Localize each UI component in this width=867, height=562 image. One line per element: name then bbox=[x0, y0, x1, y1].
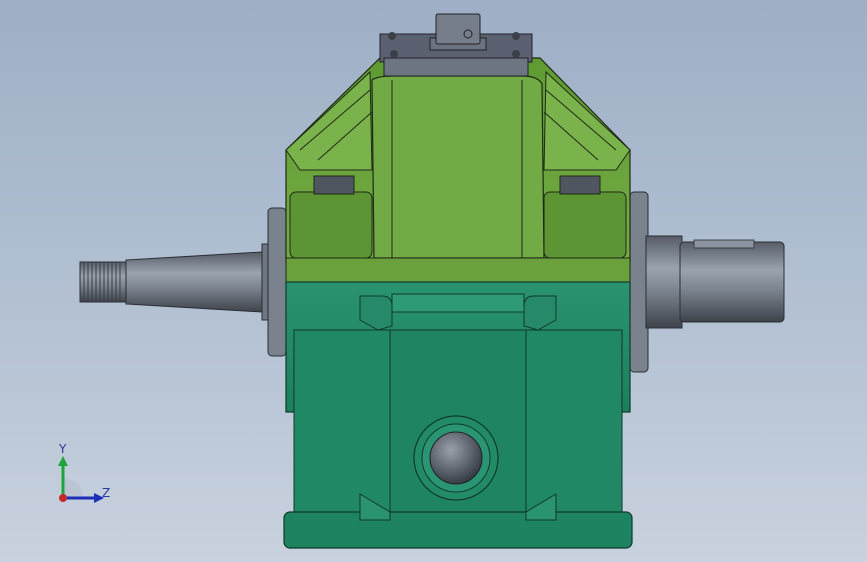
top-cover-plate[interactable] bbox=[379, 13, 533, 77]
upper-housing[interactable] bbox=[285, 57, 631, 283]
gearbox-model[interactable] bbox=[0, 0, 867, 562]
left-shaft[interactable] bbox=[79, 207, 287, 357]
lower-housing[interactable] bbox=[283, 281, 633, 549]
coordinate-triad: Y Z bbox=[50, 440, 120, 510]
right-shaft[interactable] bbox=[629, 191, 785, 373]
x-axis-dot bbox=[59, 494, 67, 502]
graphics-viewport[interactable]: Y Z bbox=[0, 0, 867, 562]
z-axis-label: Z bbox=[102, 486, 111, 500]
inspection-plug[interactable] bbox=[413, 415, 499, 501]
y-axis-label: Y bbox=[59, 442, 67, 456]
